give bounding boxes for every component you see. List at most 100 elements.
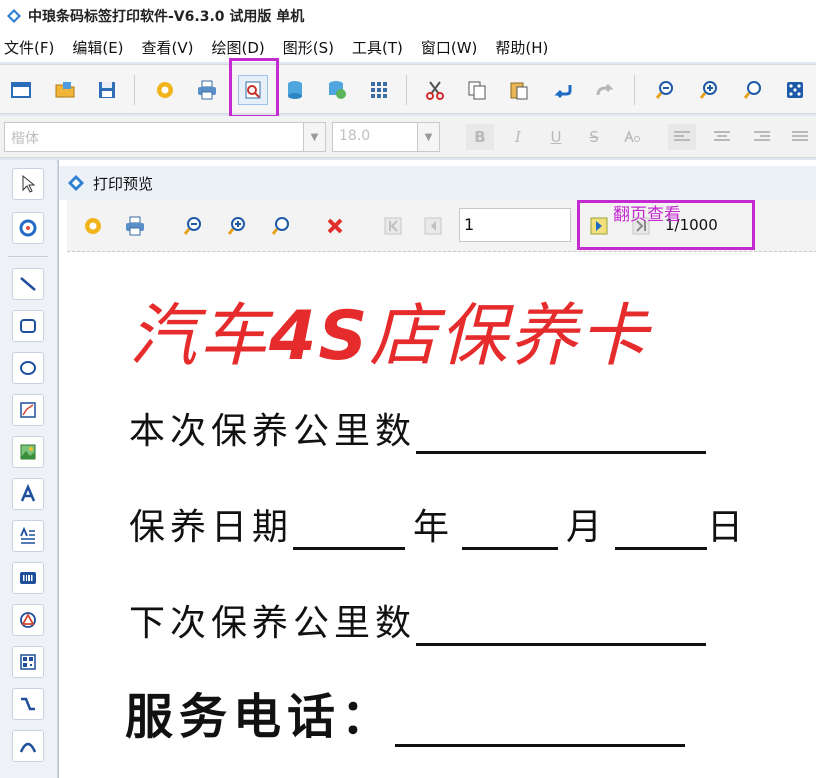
align-center-icon bbox=[714, 131, 730, 141]
dice-icon bbox=[787, 82, 803, 98]
year-label: 年 bbox=[413, 507, 455, 548]
menu-view[interactable]: 查看(V) bbox=[142, 37, 194, 58]
grid-button[interactable] bbox=[364, 75, 394, 105]
paste-button[interactable] bbox=[504, 75, 534, 105]
copy-icon bbox=[468, 81, 486, 100]
database-link-icon bbox=[329, 81, 346, 99]
polyline-tool[interactable] bbox=[12, 688, 44, 720]
undo-arrow-icon bbox=[554, 85, 572, 99]
align-right-button[interactable] bbox=[748, 124, 776, 150]
database-button[interactable] bbox=[280, 75, 310, 105]
first-page-button[interactable] bbox=[379, 212, 407, 240]
prev-page-icon bbox=[424, 217, 442, 235]
menu-bar: 文件(F) 编辑(E) 查看(V) 绘图(D) 图形(S) 工具(T) 窗口(W… bbox=[0, 32, 816, 62]
preview-print-button[interactable] bbox=[121, 212, 149, 240]
strikethrough-button[interactable]: S bbox=[580, 124, 608, 150]
zoom-out-icon bbox=[183, 217, 201, 235]
font-name-dropdown[interactable]: ▼ bbox=[304, 122, 326, 152]
bold-button[interactable]: B bbox=[466, 124, 494, 150]
new-window-icon bbox=[11, 82, 31, 98]
menu-draw[interactable]: 绘图(D) bbox=[212, 37, 265, 58]
open-button[interactable] bbox=[50, 75, 80, 105]
rich-text-tool[interactable] bbox=[12, 520, 44, 552]
image-tool[interactable] bbox=[12, 394, 44, 426]
new-button[interactable] bbox=[6, 75, 36, 105]
chevron-down-icon: ▼ bbox=[424, 131, 433, 143]
menu-file[interactable]: 文件(F) bbox=[4, 37, 54, 58]
font-size-combo[interactable]: 18.0 bbox=[332, 122, 418, 152]
settings-button[interactable] bbox=[150, 75, 180, 105]
card-title: 汽车4S店保养卡 bbox=[129, 280, 649, 379]
paste-icon bbox=[510, 82, 528, 100]
zoom-out-button[interactable] bbox=[650, 75, 680, 105]
shape-tool[interactable] bbox=[12, 604, 44, 636]
print-button[interactable] bbox=[192, 75, 222, 105]
zoom-fit-button[interactable] bbox=[738, 75, 768, 105]
card-title-part: 4S bbox=[269, 297, 370, 376]
service-phone-field: 服务电话： bbox=[125, 677, 686, 747]
page-number-input[interactable]: 1 bbox=[459, 208, 571, 242]
database-connect-button[interactable] bbox=[322, 75, 352, 105]
undo-button[interactable] bbox=[548, 75, 578, 105]
align-center-button[interactable] bbox=[708, 124, 736, 150]
italic-button[interactable]: I bbox=[504, 124, 532, 150]
label-preview-page: 汽车4S店保养卡 本次保养公里数 保养日期 年 月 日 下次保养公里数 服务电话： bbox=[69, 252, 809, 778]
gear-icon bbox=[157, 82, 173, 98]
redo-button[interactable] bbox=[590, 75, 620, 105]
rectangle-tool[interactable] bbox=[12, 310, 44, 342]
menu-tools[interactable]: 工具(T) bbox=[352, 37, 403, 58]
align-justify-button[interactable] bbox=[786, 124, 814, 150]
rotate-icon bbox=[19, 219, 37, 237]
font-name-combo[interactable]: 楷体 bbox=[4, 122, 304, 152]
barcode-tool[interactable] bbox=[12, 562, 44, 594]
printer-icon bbox=[198, 80, 216, 100]
line-icon bbox=[20, 277, 36, 291]
font-size-dropdown[interactable]: ▼ bbox=[418, 122, 440, 152]
ellipse-icon bbox=[20, 361, 36, 375]
grid-icon bbox=[371, 82, 387, 98]
preview-zoom-in-button[interactable] bbox=[223, 212, 251, 240]
blank-line bbox=[416, 420, 707, 454]
preview-close-button[interactable] bbox=[321, 212, 349, 240]
card-title-part: 店保养卡 bbox=[369, 297, 650, 376]
close-icon bbox=[327, 218, 343, 234]
align-right-icon bbox=[754, 131, 770, 141]
qrcode-tool[interactable] bbox=[12, 646, 44, 678]
picture-tool[interactable] bbox=[12, 436, 44, 468]
folder-icon bbox=[55, 82, 75, 98]
field-label: 服务电话： bbox=[125, 689, 396, 745]
app-logo-icon bbox=[7, 9, 21, 23]
ellipse-tool[interactable] bbox=[12, 352, 44, 384]
barcode-icon bbox=[20, 572, 36, 584]
service-date-field: 保养日期 年 月 日 bbox=[129, 498, 748, 550]
menu-edit[interactable]: 编辑(E) bbox=[72, 37, 123, 58]
underline-button[interactable]: U bbox=[542, 124, 570, 150]
arc-tool[interactable] bbox=[12, 730, 44, 762]
text-effect-button[interactable] bbox=[618, 124, 646, 150]
copy-button[interactable] bbox=[462, 75, 492, 105]
save-disk-icon bbox=[99, 82, 115, 98]
palette-separator bbox=[8, 256, 48, 257]
text-tool[interactable] bbox=[12, 478, 44, 510]
preview-zoom-out-button[interactable] bbox=[179, 212, 207, 240]
zoom-in-button[interactable] bbox=[694, 75, 724, 105]
menu-shape[interactable]: 图形(S) bbox=[283, 37, 334, 58]
toolbar-separator bbox=[406, 75, 407, 105]
preview-zoom-fit-button[interactable] bbox=[267, 212, 295, 240]
select-tool[interactable] bbox=[12, 168, 44, 200]
save-button[interactable] bbox=[92, 75, 122, 105]
printer-icon bbox=[126, 216, 144, 236]
actual-size-button[interactable] bbox=[780, 75, 810, 105]
preview-settings-button[interactable] bbox=[79, 212, 107, 240]
blank-line bbox=[615, 516, 708, 550]
rotate-tool[interactable] bbox=[12, 212, 44, 244]
line-tool[interactable] bbox=[12, 268, 44, 300]
cut-button[interactable] bbox=[420, 75, 450, 105]
menu-help[interactable]: 帮助(H) bbox=[495, 37, 548, 58]
menu-window[interactable]: 窗口(W) bbox=[421, 37, 478, 58]
prev-page-button[interactable] bbox=[419, 212, 447, 240]
preview-titlebar: 打印预览 bbox=[59, 166, 816, 200]
align-left-button[interactable] bbox=[668, 124, 696, 150]
window-title: 中琅条码标签打印软件-V6.3.0 试用版 单机 bbox=[28, 9, 305, 25]
rounded-rectangle-icon bbox=[20, 319, 36, 333]
